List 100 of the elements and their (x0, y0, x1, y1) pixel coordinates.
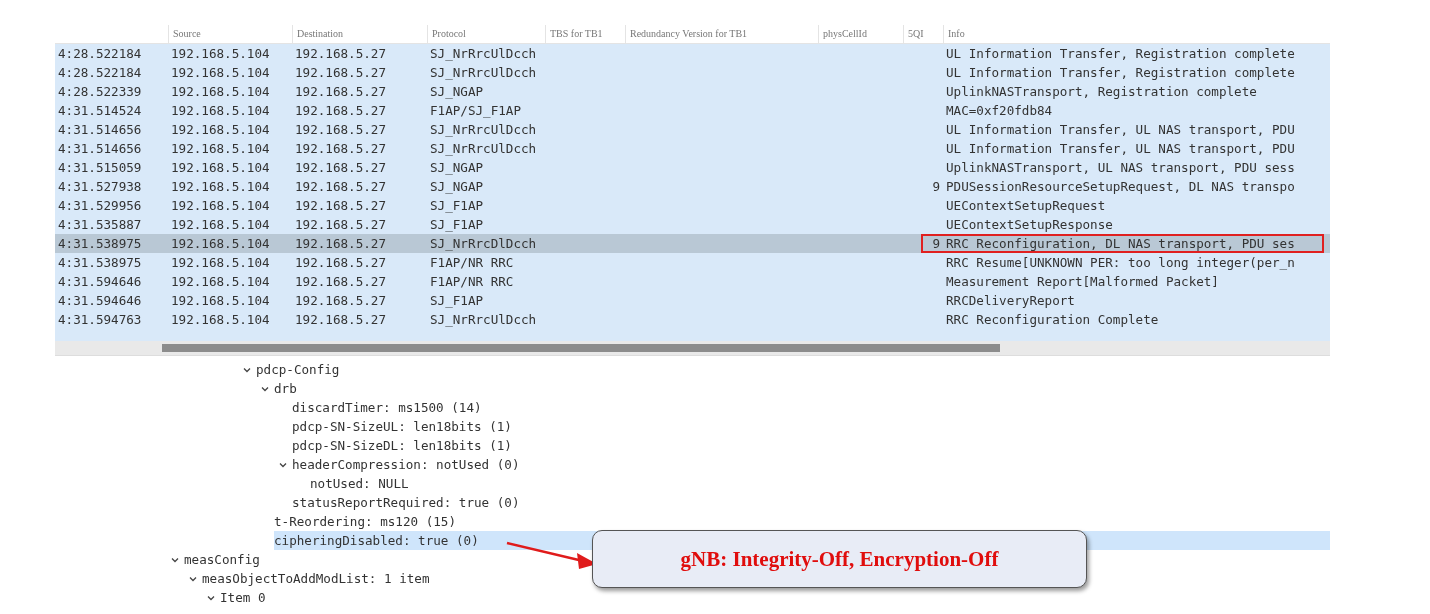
table-cell-text: UplinkNASTransport, Registration complete (945, 84, 1258, 99)
table-cell-text: 4:31.594646 (57, 293, 143, 308)
table-cell-text: UEContextSetupRequest (945, 198, 1107, 213)
tree-item[interactable]: measObjectToAddModList: 1 item (202, 571, 430, 586)
table-cell-text: UL Information Transfer, UL NAS transport, PDU (945, 122, 1296, 137)
table-cell-text: 4:31.529956 (57, 198, 143, 213)
table-cell-text: SJ_NGAP (429, 84, 485, 99)
table-cell-text: UL Information Transfer, UL NAS transport, PDU (945, 141, 1296, 156)
table-cell-text: SJ_NrRrcUlDcch (429, 46, 538, 61)
table-cell-text: 192.168.5.27 (294, 274, 387, 289)
column-header[interactable]: Source (168, 25, 292, 43)
table-cell-text: 192.168.5.27 (294, 217, 387, 232)
table-cell-text: 192.168.5.104 (170, 198, 271, 213)
table-cell-text: 192.168.5.27 (294, 293, 387, 308)
tree-item[interactable]: notUsed: NULL (310, 476, 409, 491)
table-cell-text: 4:31.514524 (57, 103, 143, 118)
table-cell-text: 192.168.5.27 (294, 179, 387, 194)
table-cell-text: 192.168.5.104 (170, 217, 271, 232)
tree-item[interactable]: drb (274, 381, 297, 396)
table-cell-text: SJ_NGAP (429, 160, 485, 175)
table-cell-text: F1AP/SJ_F1AP (429, 103, 522, 118)
table-cell-text: UL Information Transfer, Registration complete (945, 65, 1296, 80)
table-cell-text: PDUSessionResourceSetupRequest, DL NAS transpo (945, 179, 1296, 194)
column-header[interactable]: Destination (292, 25, 427, 43)
table-cell-text: 192.168.5.27 (294, 84, 387, 99)
tree-item[interactable]: t-Reordering: ms120 (15) (274, 514, 456, 529)
table-cell-text: 4:31.594646 (57, 274, 143, 289)
table-cell-text: SJ_NrRrcUlDcch (429, 122, 538, 137)
table-cell-text: 192.168.5.27 (294, 103, 387, 118)
table-cell-text: 192.168.5.104 (170, 141, 271, 156)
table-cell-text: 192.168.5.27 (294, 122, 387, 137)
table-cell-text: 192.168.5.27 (294, 141, 387, 156)
table-cell-text: 4:31.527938 (57, 179, 143, 194)
tree-item[interactable]: headerCompression: notUsed (0) (292, 457, 520, 472)
tree-item[interactable]: statusReportRequired: true (0) (292, 495, 520, 510)
table-cell-text: UL Information Transfer, Registration complete (945, 46, 1296, 61)
table-cell-text: 192.168.5.104 (170, 65, 271, 80)
table-cell-text: SJ_F1AP (429, 217, 485, 232)
table-cell-text: MAC=0xf20fdb84 (945, 103, 1054, 118)
table-cell-text: SJ_NrRrcUlDcch (429, 141, 538, 156)
table-cell-text: RRC Resume[UNKNOWN PER: too long integer(per_n (945, 255, 1296, 270)
column-header[interactable]: Redundancy Version for TB1 (625, 25, 818, 43)
table-cell-text: 192.168.5.27 (294, 46, 387, 61)
table-cell-text: 4:31.594763 (57, 312, 143, 327)
table-cell-text: 192.168.5.104 (170, 160, 271, 175)
callout: gNB: Integrity-Off, Encryption-Off (592, 530, 1087, 588)
tree-item[interactable]: cipheringDisabled: true (0) (274, 533, 479, 548)
table-cell-text: 4:31.538975 (57, 255, 143, 270)
tree-item[interactable]: Item 0 (220, 590, 266, 605)
horizontal-scrollbar[interactable] (55, 341, 1330, 356)
table-cell-text: 4:31.514656 (57, 141, 143, 156)
table-cell-text: 192.168.5.27 (294, 160, 387, 175)
packet-row[interactable]: 4:31.538975 192.168.5.104 192.168.5.27 SJ_NrRrcDlDcch 9 RRC Reconfiguration, DL NAS transport, PDU ses (55, 234, 1330, 253)
table-cell-text: 9 (931, 179, 941, 194)
column-header[interactable]: TBS for TB1 (545, 25, 625, 43)
table-cell-text: 4:31.515059 (57, 160, 143, 175)
table-cell-text: RRC Reconfiguration, DL NAS transport, PDU ses (945, 236, 1296, 251)
table-cell-text: 192.168.5.104 (170, 236, 271, 251)
table-cell-text: 4:28.522339 (57, 84, 143, 99)
table-cell-text: SJ_F1AP (429, 198, 485, 213)
column-header[interactable]: Protocol (427, 25, 545, 43)
table-cell-text: 192.168.5.104 (170, 293, 271, 308)
table-cell-text: F1AP/NR RRC (429, 255, 515, 270)
scrollbar-thumb[interactable] (162, 344, 1000, 352)
table-cell-text: 192.168.5.27 (294, 312, 387, 327)
table-cell-text: 192.168.5.104 (170, 312, 271, 327)
table-cell-text: 192.168.5.104 (170, 122, 271, 137)
table-cell-text: 192.168.5.27 (294, 65, 387, 80)
column-header[interactable]: Info (943, 25, 1330, 43)
table-cell-text: 4:31.514656 (57, 122, 143, 137)
table-cell-text: RRCDeliveryReport (945, 293, 1076, 308)
column-header[interactable]: 5QI (903, 25, 943, 43)
table-cell-text: Measurement Report[Malformed Packet] (945, 274, 1220, 289)
column-header[interactable]: physCellId (818, 25, 903, 43)
table-cell-text: 4:31.538975 (57, 236, 143, 251)
table-cell-text: 192.168.5.27 (294, 236, 387, 251)
table-cell-text: SJ_NrRrcDlDcch (429, 236, 538, 251)
table-cell-text: 9 (931, 236, 941, 251)
table-cell-text: F1AP/NR RRC (429, 274, 515, 289)
table-cell-text: 192.168.5.104 (170, 46, 271, 61)
table-cell-text: 192.168.5.104 (170, 274, 271, 289)
table-cell-text: 192.168.5.104 (170, 84, 271, 99)
tree-item[interactable]: pdcp-SN-SizeUL: len18bits (1) (292, 419, 512, 434)
table-cell-text: 192.168.5.104 (170, 103, 271, 118)
table-cell-text: UplinkNASTransport, UL NAS transport, PDU sess (945, 160, 1296, 175)
tree-item[interactable]: measConfig (184, 552, 260, 567)
table-cell-text: SJ_F1AP (429, 293, 485, 308)
tree-item[interactable]: discardTimer: ms1500 (14) (292, 400, 482, 415)
table-cell-text: 192.168.5.104 (170, 255, 271, 270)
table-cell-text: 192.168.5.27 (294, 255, 387, 270)
tree-item[interactable]: pdcp-SN-SizeDL: len18bits (1) (292, 438, 512, 453)
table-cell-text: SJ_NrRrcUlDcch (429, 65, 538, 80)
table-cell-text: 4:31.535887 (57, 217, 143, 232)
table-cell-text: RRC Reconfiguration Complete (945, 312, 1160, 327)
table-cell-text: SJ_NGAP (429, 179, 485, 194)
table-cell-text: SJ_NrRrcUlDcch (429, 312, 538, 327)
tree-item[interactable]: pdcp-Config (256, 362, 340, 377)
table-cell-text: UEContextSetupResponse (945, 217, 1114, 232)
table-cell-text: 4:28.522184 (57, 65, 143, 80)
table-cell-text: 192.168.5.104 (170, 179, 271, 194)
